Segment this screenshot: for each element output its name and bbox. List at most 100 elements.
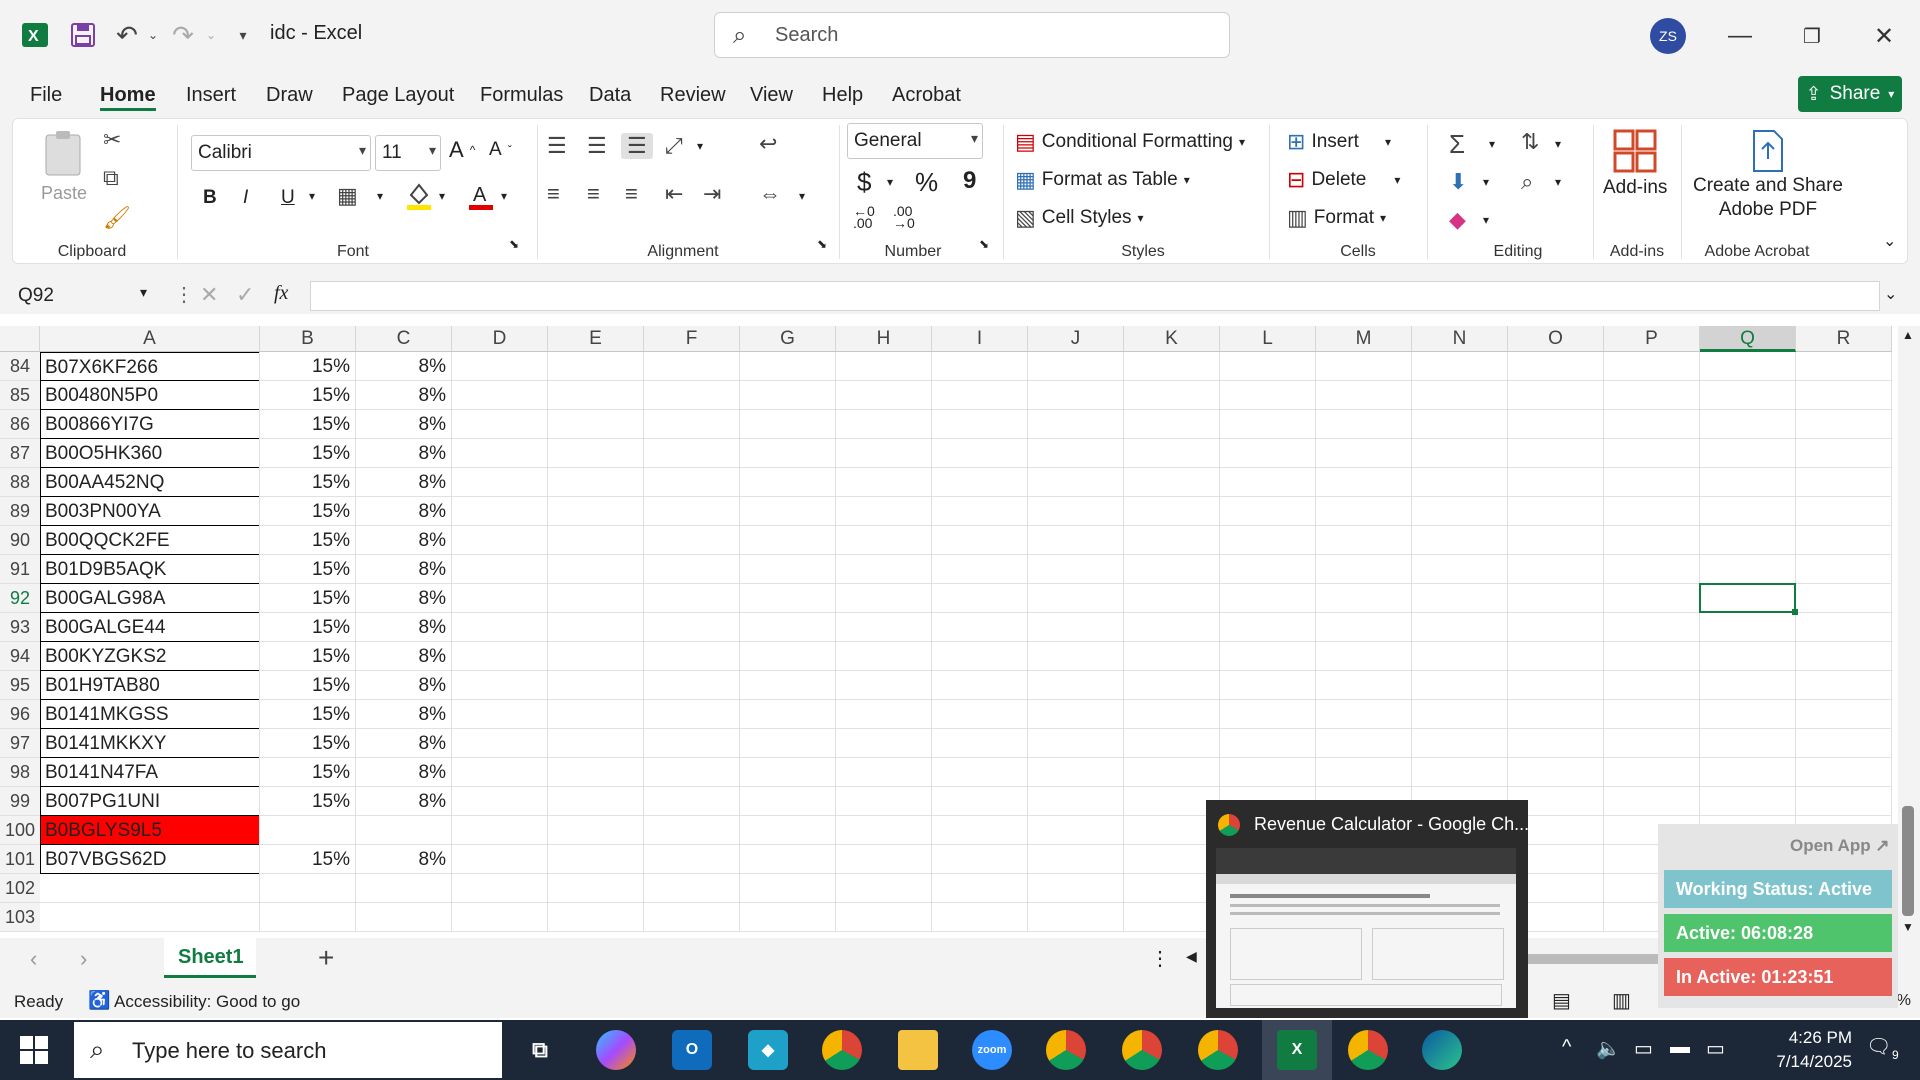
align-bottom-icon[interactable]: ☰ [621,133,653,159]
chevron-down-icon[interactable]: ▾ [799,189,805,203]
delete-cells-button[interactable]: ⊟ Delete ▾ [1287,167,1400,193]
chevron-down-icon[interactable]: ▾ [1489,137,1495,151]
align-top-icon[interactable]: ☰ [547,133,567,159]
cell-b98[interactable]: 15% [260,758,356,787]
row-header[interactable]: 91 [0,555,40,584]
share-button[interactable]: ⇪ Share ▾ [1798,76,1902,112]
page-layout-view-icon[interactable]: ▥ [1612,988,1631,1013]
cell-b88[interactable]: 15% [260,468,356,497]
row-header[interactable]: 101 [0,845,40,874]
column-header-c[interactable]: C [356,326,452,352]
sheet-tab-sheet1[interactable]: Sheet1 [164,938,256,978]
cell-c87[interactable]: 8% [356,439,452,468]
tab-home[interactable]: Home [100,84,156,107]
column-header-g[interactable]: G [740,326,836,352]
meet-now-icon[interactable]: ▭ [1634,1036,1653,1061]
find-select-icon[interactable]: ⌕ [1521,169,1533,195]
cell-c100[interactable] [356,816,452,845]
cell-b97[interactable]: 15% [260,729,356,758]
cell-a97[interactable]: B0141MKKXY [40,729,260,758]
cell-a85[interactable]: B00480N5P0 [40,381,260,410]
chevron-down-icon[interactable]: ▾ [1483,175,1489,189]
row-header[interactable]: 96 [0,700,40,729]
chrome-profile-icon[interactable] [822,1030,862,1070]
font-name-select[interactable]: Calibri ▾ [191,135,371,171]
column-header-b[interactable]: B [260,326,356,352]
chrome-icon[interactable] [1046,1030,1086,1070]
chrome-profile-icon[interactable] [1122,1030,1162,1070]
cell-c101[interactable]: 8% [356,845,452,874]
chevron-down-icon[interactable]: ▾ [140,284,147,301]
comma-style-button[interactable]: 9 [963,167,976,195]
cut-icon[interactable]: ✂ [103,127,121,153]
column-header-p[interactable]: P [1604,326,1700,352]
cell-b89[interactable]: 15% [260,497,356,526]
cell-styles-button[interactable]: ▧ Cell Styles ▾ [1015,205,1144,231]
cell-c84[interactable]: 8% [356,352,452,381]
cell-c89[interactable]: 8% [356,497,452,526]
tab-draw[interactable]: Draw [266,84,313,107]
column-header-e[interactable]: E [548,326,644,352]
network-icon[interactable]: ▭ [1706,1036,1725,1061]
cell-a102[interactable] [40,874,260,903]
row-header[interactable]: 98 [0,758,40,787]
zoom-icon[interactable]: zoom [972,1030,1012,1070]
previous-sheet-icon[interactable]: ‹ [30,946,37,972]
increase-font-size-icon[interactable]: A ^ [449,137,475,163]
chevron-down-icon[interactable]: ▾ [1555,175,1561,189]
bold-button[interactable]: B [203,187,217,209]
cell-c91[interactable]: 8% [356,555,452,584]
row-header[interactable]: 94 [0,642,40,671]
close-icon[interactable]: ✕ [1864,16,1904,56]
cell-b87[interactable]: 15% [260,439,356,468]
clock-time[interactable]: 4:26 PM [1762,1028,1852,1048]
font-size-select[interactable]: 11 ▾ [375,135,441,171]
column-header-h[interactable]: H [836,326,932,352]
clear-icon[interactable]: ◆ [1449,207,1466,233]
outlook-icon[interactable]: O [672,1030,712,1070]
minimize-icon[interactable]: — [1720,16,1760,56]
merge-center-icon[interactable]: ⇔ [759,181,781,207]
cell-b96[interactable]: 15% [260,700,356,729]
selected-cell[interactable] [1699,583,1796,613]
redo-dropdown-icon[interactable]: ⌄ [194,18,228,52]
app-diamond-icon[interactable]: ◆ [748,1030,788,1070]
edge-icon[interactable] [1422,1030,1462,1070]
cell-a87[interactable]: B00O5HK360 [40,439,260,468]
underline-button[interactable]: U [281,187,295,209]
font-dialog-launcher-icon[interactable]: ⬊ [509,237,519,251]
decrease-indent-icon[interactable]: ⇤ [665,181,683,207]
cell-a84[interactable]: B07X6KF266 [40,352,260,381]
cell-c98[interactable]: 8% [356,758,452,787]
normal-view-icon[interactable]: ▤ [1552,988,1571,1013]
row-header[interactable]: 88 [0,468,40,497]
accessibility-status[interactable]: Accessibility: Good to go [114,992,300,1012]
chrome-active-icon[interactable] [1348,1030,1388,1070]
currency-button[interactable]: $ [857,167,871,198]
format-as-table-button[interactable]: ▦ Format as Table ▾ [1015,167,1190,193]
cell-c96[interactable]: 8% [356,700,452,729]
tab-view[interactable]: View [750,84,793,107]
formula-input[interactable] [310,281,1880,311]
scroll-down-icon[interactable]: ▼ [1902,920,1914,934]
column-header-j[interactable]: J [1028,326,1124,352]
row-header[interactable]: 84 [0,352,40,381]
cell-b99[interactable]: 15% [260,787,356,816]
cell-a90[interactable]: B00QQCK2FE [40,526,260,555]
font-color-button[interactable]: A [467,181,495,211]
column-header-m[interactable]: M [1316,326,1412,352]
cell-b103[interactable] [260,903,356,932]
cell-c97[interactable]: 8% [356,729,452,758]
preview-thumbnail[interactable] [1216,848,1516,1008]
row-header[interactable]: 92 [0,584,40,613]
restore-icon[interactable]: ❐ [1792,16,1832,56]
decrease-font-size-icon[interactable]: Aˇ [489,139,512,161]
cell-a88[interactable]: B00AA452NQ [40,468,260,497]
next-sheet-icon[interactable]: › [80,946,87,972]
insert-function-icon[interactable]: fx [274,282,288,305]
row-header[interactable]: 87 [0,439,40,468]
tab-data[interactable]: Data [589,84,631,107]
cell-a86[interactable]: B00866YI7G [40,410,260,439]
column-header-o[interactable]: O [1508,326,1604,352]
cell-a100[interactable]: B0BGLYS9L5 [40,816,260,845]
